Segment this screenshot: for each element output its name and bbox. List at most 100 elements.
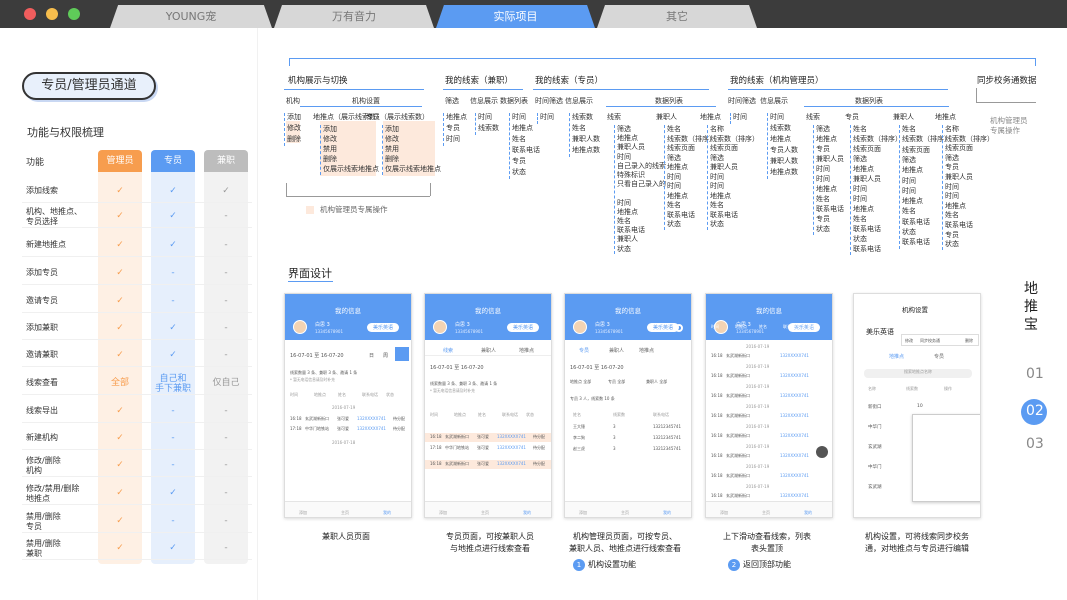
org-button[interactable]: 美乐英语 — [507, 323, 540, 332]
sec4-line — [728, 89, 948, 90]
date-sep: 2016-07-19 — [746, 464, 770, 469]
tab-project[interactable]: 实际项目 — [436, 5, 595, 28]
side-num-01[interactable]: 01 — [1026, 366, 1044, 382]
bottom-tab[interactable]: 我的 — [523, 510, 531, 516]
phone-mockup-5: 机构设置 美乐英语 修改 同步校务通 删除 地推点 专员 搜索地推点名称 名称 线索数 操作 新街口 1… — [853, 293, 981, 518]
s2-c: 地推点 — [512, 124, 533, 132]
bottom-tab[interactable]: 我的 — [804, 510, 812, 516]
search-input[interactable]: 搜索地推点名称 — [864, 369, 972, 378]
tab-other[interactable]: 其它 — [597, 5, 757, 28]
s4-c3: 地推点 — [902, 166, 923, 175]
date-range[interactable]: 16-07-01 至 16-07-20 — [290, 352, 344, 359]
period-dropdown[interactable] — [395, 347, 409, 361]
s4-c2: 状态 — [853, 235, 867, 243]
menu-item[interactable]: 同步校务通 — [920, 338, 940, 344]
minimize-dot[interactable] — [46, 8, 58, 20]
bottom-tab[interactable]: 添加 — [720, 510, 728, 516]
row-divider — [22, 559, 252, 560]
bottom-tab[interactable]: 主页 — [762, 510, 770, 516]
s4-c3: 联系电话 — [902, 217, 930, 226]
row-name: 中华门 — [868, 465, 882, 470]
col-head: 联系电话 — [362, 392, 378, 397]
filter-item[interactable]: 地推点 全部 — [570, 379, 591, 385]
row-phone: 132XXXXX741 — [497, 461, 526, 466]
back-top-button[interactable] — [816, 446, 828, 458]
bottom-tab[interactable]: 主页 — [621, 510, 629, 516]
date-range[interactable]: 16-07-01 至 16-07-20 — [570, 364, 624, 371]
s3-c1: 兼职人 — [617, 235, 638, 244]
bottom-tab[interactable]: 我的 — [663, 510, 671, 516]
row-divider — [22, 476, 252, 477]
row-place: 中华门地铁站 — [305, 426, 329, 431]
perm-cell: ✓ — [222, 186, 230, 196]
s1-zy-item: 仅展示线索地推点 — [385, 165, 441, 173]
tab-wanyou[interactable]: 万有音力 — [274, 5, 434, 28]
perm-row-label: 机构、地推点、 专员选择 — [26, 207, 82, 226]
tab-item[interactable]: 兼职人 — [481, 347, 496, 354]
s4-c3: 姓名 — [902, 207, 916, 216]
side-num-03[interactable]: 03 — [1026, 436, 1044, 452]
row-phone: 132XXXXX741 — [780, 373, 809, 378]
period-btn[interactable]: 周 — [383, 352, 388, 359]
perm-row-label: 修改/删除 机构 — [26, 456, 61, 475]
settings-tab[interactable]: 专员 — [934, 353, 944, 360]
tab-item[interactable]: 线索 — [443, 347, 453, 354]
s3-c2: 联系电话 — [667, 210, 695, 219]
note-1: 机构设置功能 — [588, 560, 636, 569]
settings-tab[interactable]: 地推点 — [889, 353, 904, 360]
tab-item[interactable]: 地推点 — [639, 347, 654, 354]
date-range[interactable]: 16-07-01 至 16-07-20 — [430, 364, 484, 371]
caption-2: 专员页面，可按兼职人员 与地推点进行线索查看 — [446, 532, 534, 553]
tab-item[interactable]: 地推点 — [519, 347, 534, 354]
s4-b: 时间 — [770, 113, 784, 121]
s4-b: 地推点数 — [770, 168, 798, 176]
col-head: 线索数 — [613, 412, 625, 417]
org-button[interactable]: 美乐英语 — [367, 323, 400, 332]
tab-item[interactable]: 专员 — [579, 347, 589, 354]
s2-b-dash — [475, 113, 476, 135]
s3-sub-line — [606, 106, 716, 107]
bottom-tab[interactable]: 添加 — [439, 510, 447, 516]
menu-item[interactable]: 修改 — [905, 338, 913, 344]
perm-cell: - — [224, 240, 228, 250]
filter-item[interactable]: 兼职人 全部 — [646, 379, 667, 385]
s2-b: 时间 — [478, 113, 492, 121]
menu-item[interactable]: 删除 — [965, 338, 973, 344]
bottom-tab[interactable]: 主页 — [481, 510, 489, 516]
perm-cell: - — [224, 516, 228, 526]
maximize-dot[interactable] — [68, 8, 80, 20]
tab-young[interactable]: YOUNG宠 — [110, 5, 272, 28]
s3-b-dash — [569, 113, 570, 157]
perm-cell: - — [171, 460, 175, 470]
filter-item[interactable]: 专员 全部 — [608, 379, 625, 385]
bottom-tab[interactable]: 我的 — [383, 510, 391, 516]
row-place: 玄武湖新街口 — [726, 353, 750, 358]
s3-b: 线索数 — [572, 113, 593, 121]
perm-cell: - — [171, 296, 175, 306]
period-btn[interactable]: 日 — [369, 352, 374, 359]
s4-c4: 联系电话 — [945, 221, 973, 229]
perm-cell: ✓ — [169, 488, 177, 498]
note-2: 返回顶部功能 — [743, 560, 791, 569]
s1-sub-line — [300, 106, 422, 107]
s1-zy-item-dash — [382, 125, 383, 175]
perm-row-label: 线索导出 — [26, 406, 58, 415]
close-dot[interactable] — [24, 8, 36, 20]
tab-item[interactable]: 兼职人 — [609, 347, 624, 354]
s3-c1: 地推点 — [617, 207, 638, 216]
bottom-tab[interactable]: 添加 — [579, 510, 587, 516]
side-num-02[interactable]: 02 — [1026, 403, 1044, 419]
window-titlebar: YOUNG宠 万有音力 实际项目 其它 — [0, 0, 1067, 28]
s1-zy-h: 专员（展示线索数） — [366, 113, 429, 121]
phone-tabbar: 添加 主页 我的 — [425, 501, 551, 517]
bottom-tab[interactable]: 添加 — [299, 510, 307, 516]
phone-header — [706, 294, 832, 340]
col-head: 联系电话 — [502, 412, 518, 417]
perm-cell: ✓ — [116, 268, 124, 278]
s4-c2: 姓名 — [853, 215, 867, 223]
s4-sub-line — [804, 106, 949, 107]
gear-icon[interactable] — [675, 324, 683, 332]
perm-cell: ✓ — [169, 186, 177, 196]
bottom-tab[interactable]: 主页 — [341, 510, 349, 516]
parttime-header: 兼职 — [204, 150, 248, 172]
